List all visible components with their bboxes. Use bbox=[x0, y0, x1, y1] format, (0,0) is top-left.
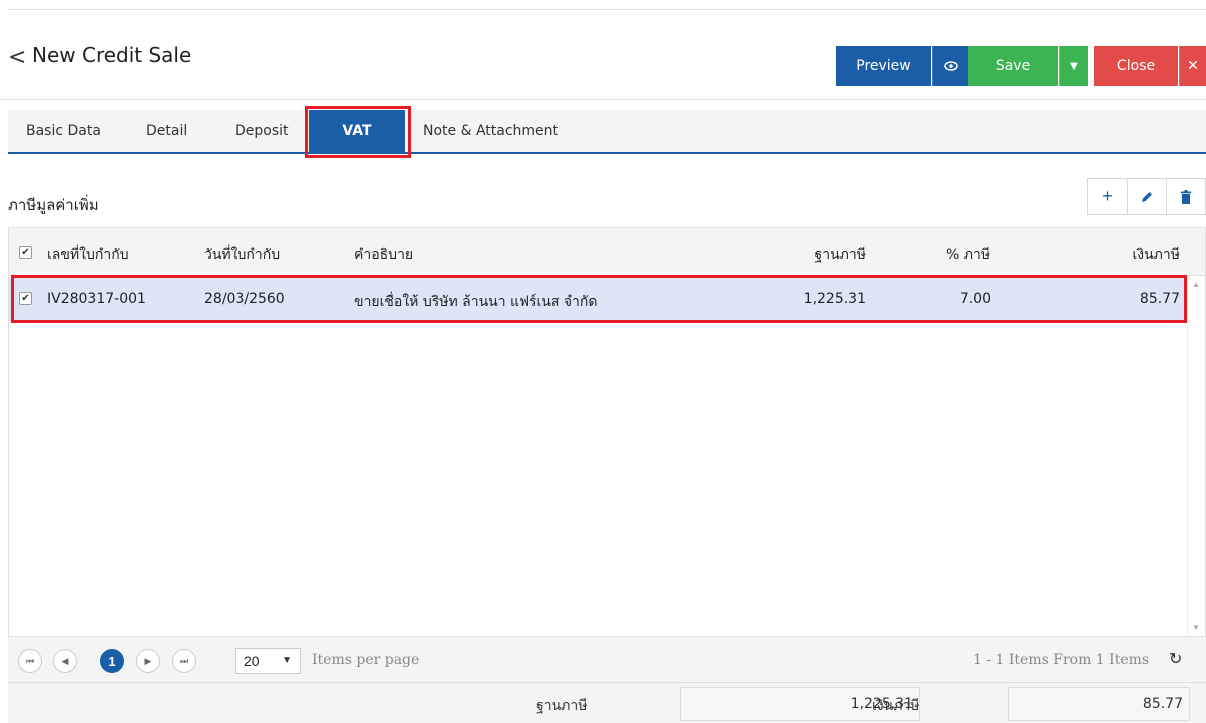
description-cell: ขายเชื่อให้ บริษัท ล้านนา แฟร์เนส จำกัด bbox=[354, 294, 598, 310]
column-header-tax-base[interactable]: ฐานภาษี bbox=[769, 244, 866, 266]
invoice-date-cell: 28/03/2560 bbox=[204, 291, 285, 307]
save-button-label: Save bbox=[995, 58, 1031, 74]
prev-page-icon: ◀ bbox=[61, 655, 69, 666]
refresh-icon[interactable]: ↻ bbox=[1169, 649, 1182, 669]
page-title: New Credit Sale bbox=[32, 43, 192, 67]
column-header-tax-amount[interactable]: เงินภาษี bbox=[1069, 244, 1180, 266]
trash-icon bbox=[1181, 189, 1191, 204]
tab-basic-data[interactable]: Basic Data bbox=[26, 110, 101, 152]
row-checkbox[interactable]: ✔ bbox=[19, 292, 32, 305]
next-page-icon: ▶ bbox=[144, 655, 152, 666]
items-per-page-label: Items per page bbox=[312, 652, 420, 668]
first-page-button[interactable]: ⏮ bbox=[18, 649, 42, 673]
close-x-button[interactable]: ✕ bbox=[1179, 46, 1206, 86]
page-size-value: 20 bbox=[244, 653, 260, 669]
tax-base-cell: 1,225.31 bbox=[803, 291, 866, 307]
tax-percent-cell: 7.00 bbox=[959, 291, 991, 307]
last-page-icon: ⏭ bbox=[179, 655, 189, 666]
close-button[interactable]: Close bbox=[1094, 46, 1178, 86]
column-header-invoice-date[interactable]: วันที่ใบกำกับ bbox=[204, 244, 280, 266]
scroll-down-icon[interactable]: ▼ bbox=[1192, 623, 1200, 632]
summary-tax-base-label: ฐานภาษี bbox=[536, 698, 588, 714]
preview-button[interactable]: Preview bbox=[836, 46, 931, 86]
first-page-icon: ⏮ bbox=[25, 655, 35, 666]
tab-bar: Basic Data Detail Deposit VAT Note & Att… bbox=[8, 110, 1206, 154]
caret-down-icon: ▼ bbox=[282, 655, 292, 666]
pager: ⏮ ◀ 1 ▶ ⏭ 20 ▼ Items per page 1 - 1 Item… bbox=[8, 637, 1206, 683]
column-header-tax-percent[interactable]: % ภาษี bbox=[946, 244, 990, 266]
last-page-button[interactable]: ⏭ bbox=[172, 649, 196, 673]
summary-tax-amount-label: เงินภาษี bbox=[872, 698, 920, 714]
row-tools: + bbox=[1087, 178, 1206, 215]
prev-page-button[interactable]: ◀ bbox=[53, 649, 77, 673]
page-1-button[interactable]: 1 bbox=[100, 649, 124, 673]
select-all-checkbox[interactable]: ✔ bbox=[19, 246, 32, 259]
column-header-description[interactable]: คำอธิบาย bbox=[354, 244, 413, 266]
close-icon: ✕ bbox=[1187, 58, 1199, 74]
scroll-up-icon[interactable]: ▲ bbox=[1192, 280, 1200, 289]
add-button[interactable]: + bbox=[1088, 179, 1127, 214]
back-icon[interactable]: < bbox=[8, 45, 26, 70]
next-page-button[interactable]: ▶ bbox=[136, 649, 160, 673]
pager-summary: 1 - 1 Items From 1 Items bbox=[973, 652, 1150, 668]
delete-button[interactable] bbox=[1166, 179, 1205, 214]
page-header: < New Credit Sale Preview Save ▼ Close ✕ bbox=[0, 10, 1206, 100]
caret-down-icon: ▼ bbox=[1070, 60, 1078, 72]
save-dropdown-button[interactable]: ▼ bbox=[1059, 46, 1088, 86]
pencil-icon bbox=[1142, 191, 1152, 202]
summary-bar: ฐานภาษี 1,225.31 เงินภาษี 85.77 bbox=[8, 683, 1206, 723]
tab-note-attachment[interactable]: Note & Attachment bbox=[423, 110, 558, 152]
column-header-invoice-no[interactable]: เลขที่ใบกำกับ bbox=[47, 244, 129, 266]
table-row[interactable]: ✔ IV280317-001 28/03/2560 ขายเชื่อให้ บร… bbox=[9, 277, 1187, 321]
tab-detail[interactable]: Detail bbox=[146, 110, 187, 152]
tax-amount-cell: 85.77 bbox=[1139, 291, 1180, 307]
edit-button[interactable] bbox=[1127, 179, 1166, 214]
plus-icon: + bbox=[1102, 186, 1113, 206]
vat-table: ✔ เลขที่ใบกำกับ วันที่ใบกำกับ คำอธิบาย ฐ… bbox=[8, 227, 1206, 637]
preview-eye-button[interactable] bbox=[932, 46, 968, 86]
section-title: ภาษีมูลค่าเพิ่ม bbox=[8, 196, 99, 214]
page-size-select[interactable]: 20 ▼ bbox=[235, 648, 301, 674]
summary-tax-amount-value: 85.77 bbox=[1008, 687, 1190, 721]
preview-button-label: Preview bbox=[856, 58, 911, 74]
vertical-scrollbar[interactable]: ▲ ▼ bbox=[1187, 276, 1205, 636]
tab-vat[interactable]: VAT bbox=[309, 110, 405, 152]
invoice-no-cell: IV280317-001 bbox=[47, 291, 146, 307]
table-header: ✔ เลขที่ใบกำกับ วันที่ใบกำกับ คำอธิบาย ฐ… bbox=[9, 228, 1205, 276]
eye-icon bbox=[943, 61, 958, 71]
close-button-label: Close bbox=[1116, 58, 1156, 74]
tab-deposit[interactable]: Deposit bbox=[235, 110, 289, 152]
save-button[interactable]: Save bbox=[968, 46, 1058, 86]
